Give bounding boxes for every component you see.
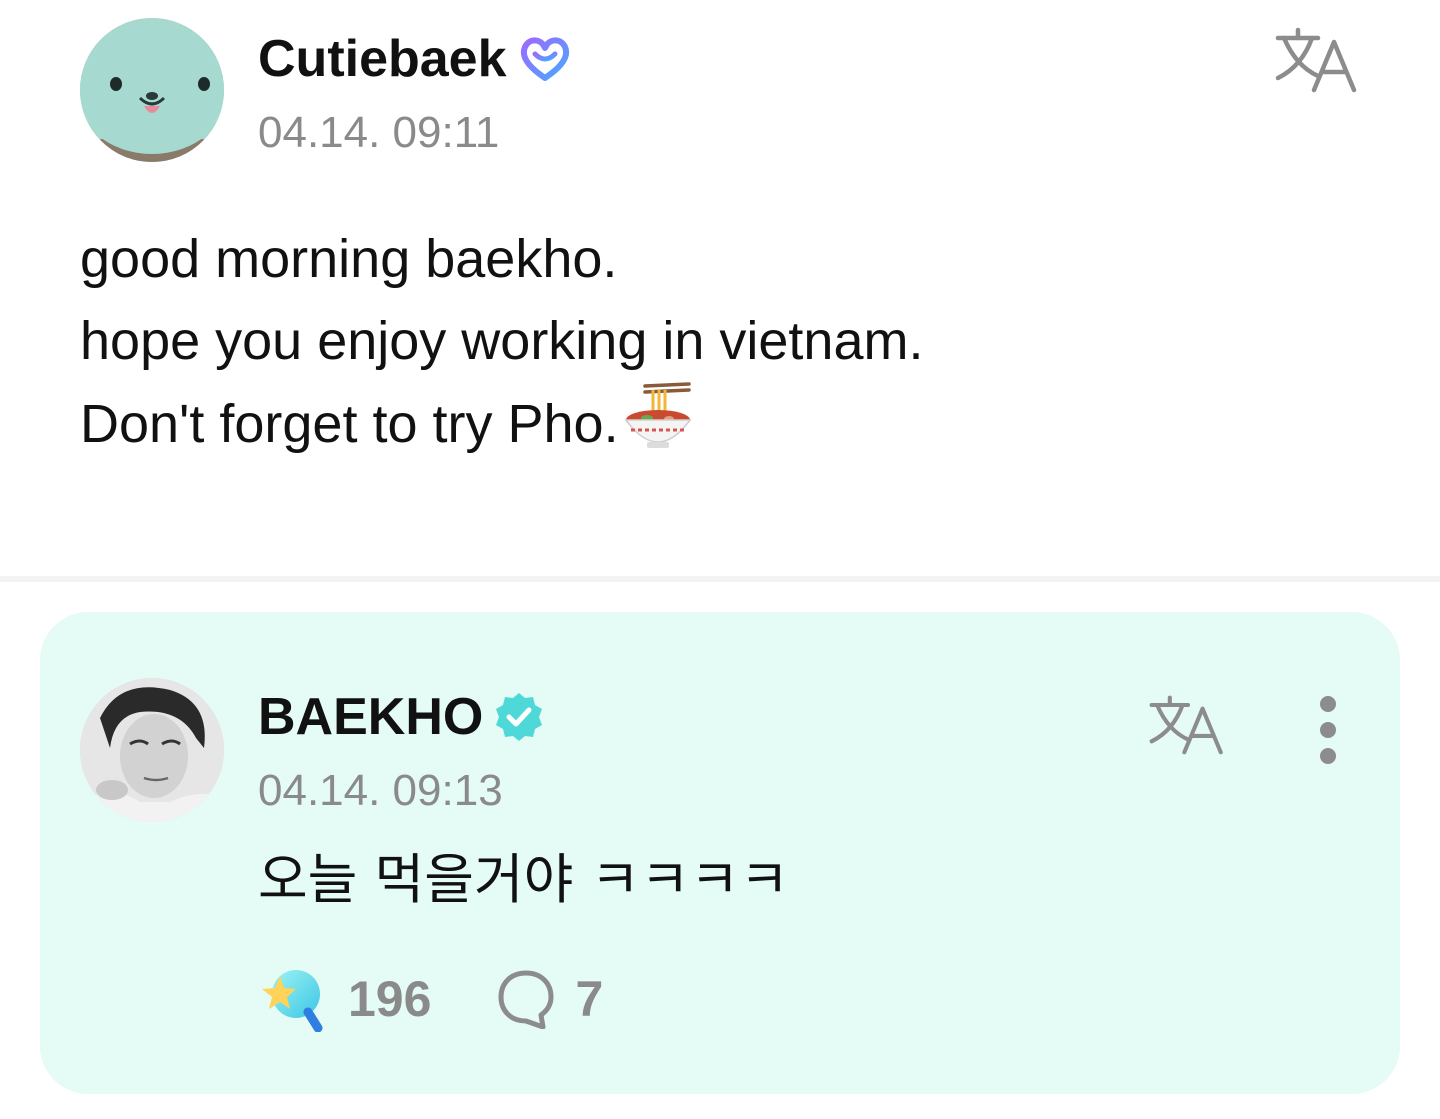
post-timestamp: 04.14. 09:11 [258, 108, 500, 157]
reply-timestamp: 04.14. 09:13 [258, 766, 503, 815]
post-line: Don't forget to try Pho. [80, 394, 619, 454]
reply-author-name[interactable]: BAEKHO [258, 686, 483, 748]
steaming-bowl-icon [623, 382, 693, 475]
post-body: good morning baekho. hope you enjoy work… [80, 218, 924, 475]
verified-badge-icon [493, 691, 545, 743]
post-author-name[interactable]: Cutiebaek [258, 28, 507, 90]
comment-count: 7 [575, 971, 604, 1027]
lightstick-like-icon [262, 970, 323, 1032]
comment-thread: Cutiebaek 04.14. 09:11 good morning baek… [0, 0, 1440, 1119]
reply-author-name-row[interactable]: BAEKHO [258, 686, 545, 748]
like-count: 196 [348, 971, 432, 1027]
translate-icon[interactable] [1274, 26, 1362, 94]
section-divider [0, 576, 1440, 582]
avatar-image [80, 678, 224, 822]
post-author-avatar[interactable] [80, 18, 224, 162]
heart-badge-icon [517, 34, 573, 84]
like-button[interactable]: 196 [258, 966, 431, 1032]
post-line: hope you enjoy working in vietnam. [80, 311, 924, 371]
comment-icon [498, 970, 554, 1029]
post-line: good morning baekho. [80, 229, 618, 289]
reply-text: 오늘 먹을거야 ㅋㅋㅋㅋ [258, 848, 790, 911]
comment-button[interactable]: 7 [497, 969, 603, 1029]
reply-card[interactable]: BAEKHO 04.14. 09:13 오늘 먹을거야 ㅋㅋㅋㅋ 196 7 [40, 612, 1400, 1094]
translate-icon[interactable] [1148, 694, 1228, 756]
more-vertical-icon[interactable] [1316, 696, 1340, 768]
reply-actions: 196 7 [258, 964, 603, 1034]
reply-author-avatar[interactable] [80, 678, 224, 822]
avatar-image [80, 18, 224, 162]
post-line-with-emoji: Don't forget to try Pho. [80, 382, 924, 475]
post-author-name-row[interactable]: Cutiebaek [258, 28, 573, 90]
